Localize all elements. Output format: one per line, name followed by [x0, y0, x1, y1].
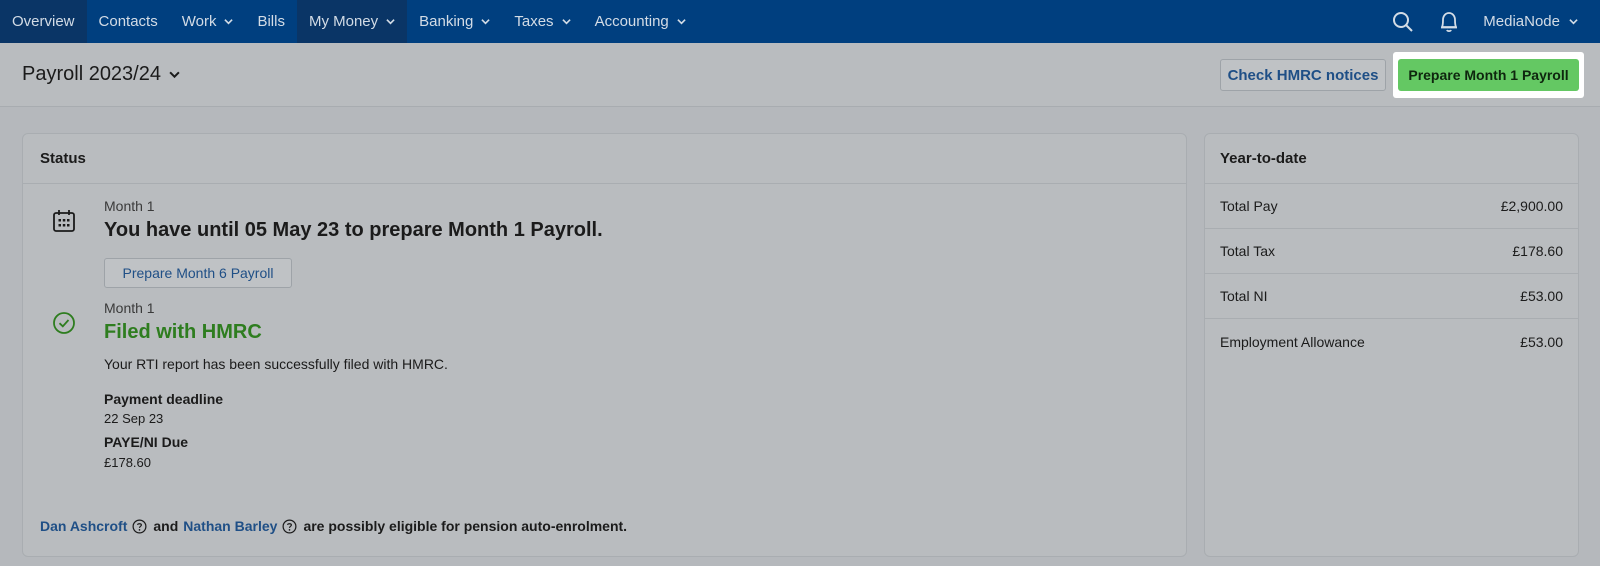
nav-item-label: Bills — [257, 13, 285, 30]
nav-right: MediaNode — [1391, 0, 1600, 43]
nav-item-work[interactable]: Work — [170, 0, 246, 43]
status-period: Month 1 — [104, 300, 155, 316]
status-period: Month 1 — [104, 198, 155, 214]
prepare-payroll-button[interactable]: Prepare Month 1 Payroll — [1398, 59, 1579, 91]
top-nav: Overview Contacts Work Bills My Money Ba… — [0, 0, 1600, 43]
chevron-down-icon — [1569, 19, 1578, 25]
payment-deadline-label: Payment deadline — [104, 391, 224, 407]
chevron-down-icon — [561, 19, 571, 25]
nav-item-banking[interactable]: Banking — [407, 0, 502, 43]
search-icon[interactable] — [1391, 10, 1415, 34]
chevron-down-icon — [677, 19, 686, 25]
ytd-label: Employment Allowance — [1220, 333, 1365, 350]
ytd-label: Total Pay — [1220, 198, 1278, 214]
nav-item-label: Contacts — [98, 13, 158, 30]
chevron-down-icon — [169, 71, 180, 79]
status-deadline-title: You have until 05 May 23 to prepare Mont… — [104, 219, 603, 241]
nav-item-accounting[interactable]: Accounting — [583, 0, 698, 43]
chevron-down-icon — [481, 19, 491, 25]
help-icon[interactable] — [132, 519, 147, 534]
pension-and: and — [153, 518, 179, 534]
prepare-button-highlight: Prepare Month 1 Payroll — [1393, 52, 1584, 98]
page-title[interactable]: Payroll 2023/24 — [22, 63, 180, 86]
user-menu[interactable]: MediaNode — [1483, 13, 1578, 30]
ytd-row: Employment Allowance £53.00 — [1205, 319, 1578, 364]
employee-link[interactable]: Nathan Barley — [183, 518, 277, 534]
ytd-heading: Year-to-date — [1205, 134, 1578, 184]
nav-item-taxes[interactable]: Taxes — [502, 0, 582, 43]
payment-deadline-value: 22 Sep 23 — [104, 411, 164, 426]
ytd-value: £178.60 — [1512, 243, 1563, 259]
pension-notice: Dan Ashcroft and Nathan Barley are possi… — [40, 518, 627, 534]
pension-suffix: are possibly eligible for pension auto-e… — [303, 518, 628, 534]
help-icon[interactable] — [282, 519, 297, 534]
filed-description: Your RTI report has been successfully fi… — [104, 356, 448, 372]
nav-item-label: Accounting — [594, 13, 669, 30]
chevron-down-icon — [386, 19, 395, 25]
nav-item-label: Banking — [419, 13, 474, 30]
page-title-label: Payroll 2023/24 — [22, 63, 161, 85]
nav-item-my-money[interactable]: My Money — [296, 0, 408, 43]
ytd-value: £2,900.00 — [1500, 198, 1563, 214]
nav-item-label: Work — [181, 13, 217, 30]
ytd-value: £53.00 — [1520, 288, 1563, 304]
nav-item-bills[interactable]: Bills — [245, 0, 297, 43]
ytd-label: Total Tax — [1220, 243, 1275, 259]
ytd-row: Total NI £53.00 — [1205, 274, 1578, 319]
paye-ni-due-label: PAYE/NI Due — [104, 434, 189, 450]
ytd-row: Total Pay £2,900.00 — [1205, 184, 1578, 229]
ytd-row: Total Tax £178.60 — [1205, 229, 1578, 274]
check-hmrc-notices-button[interactable]: Check HMRC notices — [1220, 59, 1386, 91]
nav-item-label: Overview — [12, 13, 75, 30]
nav-item-overview[interactable]: Overview — [0, 0, 87, 43]
ytd-value: £53.00 — [1520, 333, 1563, 350]
status-card: Status Month 1 You have until 05 May 23 … — [22, 133, 1187, 557]
year-to-date-card: Year-to-date Total Pay £2,900.00 Total T… — [1204, 133, 1579, 557]
check-circle-icon — [53, 312, 75, 334]
page-header: Payroll 2023/24 Check HMRC notices Prepa… — [0, 43, 1600, 107]
bell-icon[interactable] — [1437, 10, 1461, 34]
chevron-down-icon — [224, 19, 234, 25]
nav-item-label: Taxes — [514, 13, 554, 30]
ytd-label: Total NI — [1220, 288, 1268, 304]
user-name: MediaNode — [1483, 13, 1560, 30]
nav-item-label: My Money — [308, 13, 379, 30]
employee-link[interactable]: Dan Ashcroft — [40, 518, 127, 534]
prepare-month-6-button[interactable]: Prepare Month 6 Payroll — [104, 258, 292, 288]
status-heading: Status — [23, 134, 1186, 184]
calendar-icon — [53, 210, 75, 232]
paye-ni-due-value: £178.60 — [104, 455, 151, 470]
nav-item-contacts[interactable]: Contacts — [87, 0, 170, 43]
filed-title: Filed with HMRC — [104, 321, 262, 343]
